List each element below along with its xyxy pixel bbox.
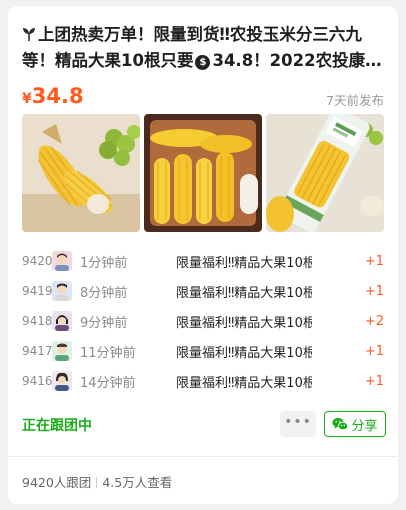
order-row: 9419 8分钟前 限量福利‼精品大果10根 +1: [22, 276, 384, 306]
price-value: 34.8: [31, 84, 84, 108]
order-row: 9420 1分钟前 限量福利‼精品大果10根 +1: [22, 246, 384, 276]
more-options-button[interactable]: •••: [280, 411, 316, 437]
order-product: 限量福利‼精品大果10根: [176, 315, 312, 331]
posted-time: 7天前发布: [326, 93, 384, 108]
order-quantity: +1: [364, 343, 384, 359]
order-product: 限量福利‼精品大果10根: [176, 255, 312, 271]
view-count: 4.5万人查看: [102, 475, 173, 490]
following-status-button[interactable]: 正在跟团中: [22, 415, 92, 435]
divider: [8, 456, 398, 457]
packaged-corn-photo[interactable]: [266, 114, 384, 232]
share-button[interactable]: 分享: [324, 411, 386, 437]
order-number: 9419: [22, 284, 53, 298]
order-row: 9417 11分钟前 限量福利‼精品大果10根 +1: [22, 336, 384, 366]
joined-count: 9420人跟团: [22, 475, 92, 490]
action-bar: 正在跟团中 ••• 分享: [22, 408, 386, 438]
photo-gallery: [22, 114, 384, 232]
order-row: 9416 14分钟前 限量福利‼精品大果10根 +1: [22, 366, 384, 396]
grilled-corn-photo[interactable]: [144, 114, 262, 232]
order-time: 11分钟前: [80, 345, 136, 361]
order-number: 9417: [22, 344, 53, 358]
currency-symbol: ¥: [22, 91, 32, 107]
order-product: 限量福利‼精品大果10根: [176, 345, 312, 361]
corn-with-grapes-photo[interactable]: [22, 114, 140, 232]
order-time: 8分钟前: [80, 285, 128, 301]
stats-separator: [96, 477, 98, 488]
order-number: 9420: [22, 254, 53, 268]
share-label: 分享: [351, 418, 378, 434]
order-quantity: +2: [364, 313, 384, 329]
order-number: 9416: [22, 374, 53, 388]
order-number: 9418: [22, 314, 53, 328]
order-time: 9分钟前: [80, 315, 128, 331]
avatar[interactable]: [52, 311, 72, 331]
post-title[interactable]: 上团热卖万单！限量到货‼农投玉米分三六九等！精品大果10根只要 $34.8！202…: [22, 22, 384, 74]
price: ¥34.8: [22, 84, 84, 108]
avatar[interactable]: [52, 281, 72, 301]
order-time: 1分钟前: [80, 255, 128, 271]
money-bag-icon: $: [195, 55, 211, 70]
order-product: 限量福利‼精品大果10根: [176, 375, 312, 391]
group-stats: 9420人跟团 4.5万人查看: [22, 472, 172, 491]
order-row: 9418 9分钟前 限量福利‼精品大果10根 +2: [22, 306, 384, 336]
order-quantity: +1: [364, 253, 384, 269]
price-row: ¥34.8 7天前发布: [22, 84, 384, 114]
order-time: 14分钟前: [80, 375, 136, 391]
wechat-icon: [332, 417, 349, 431]
order-list: 9420 1分钟前 限量福利‼精品大果10根 +1 9419 8分钟前 限量福利…: [22, 246, 384, 396]
avatar[interactable]: [52, 371, 72, 391]
group-buy-card[interactable]: 上团热卖万单！限量到货‼农投玉米分三六九等！精品大果10根只要 $34.8！202…: [8, 6, 398, 504]
sprout-icon: [23, 28, 35, 41]
order-product: 限量福利‼精品大果10根: [176, 285, 312, 301]
avatar[interactable]: [52, 341, 72, 361]
order-quantity: +1: [364, 373, 384, 389]
order-quantity: +1: [364, 283, 384, 299]
avatar[interactable]: [52, 251, 72, 271]
